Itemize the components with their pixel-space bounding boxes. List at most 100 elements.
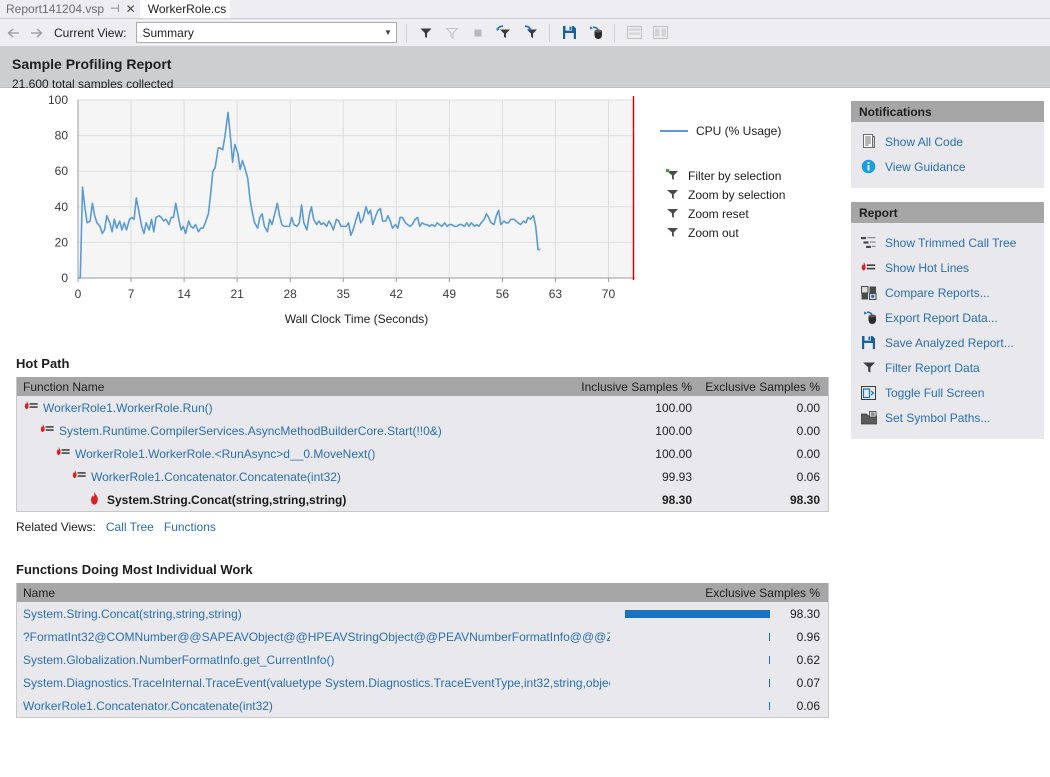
svg-text:0: 0 bbox=[61, 271, 68, 285]
redo-filter-icon[interactable] bbox=[520, 23, 540, 43]
hot-path-function-name[interactable]: System.Runtime.CompilerServices.AsyncMet… bbox=[59, 424, 442, 438]
report-action-filter[interactable]: Filter Report Data bbox=[851, 355, 1044, 380]
related-view-call-tree[interactable]: Call Tree bbox=[106, 520, 154, 534]
related-views: Related Views: Call Tree Functions bbox=[16, 520, 845, 534]
exclusive-samples-value: 0.00 bbox=[796, 423, 820, 438]
report-action-label: Show Trimmed Call Tree bbox=[885, 235, 1017, 250]
table-row[interactable]: WorkerRole1.Concatenator.Concatenate(int… bbox=[17, 465, 828, 488]
action-label: Zoom reset bbox=[688, 206, 749, 221]
toolbar-separator bbox=[614, 23, 616, 42]
hot-path-arrow-icon bbox=[55, 446, 70, 461]
export-report-icon[interactable] bbox=[585, 23, 605, 43]
function-name[interactable]: ?FormatInt32@COMNumber@@SAPEAVObject@@HP… bbox=[17, 630, 610, 644]
hot-path-function-name[interactable]: WorkerRole1.WorkerRole.<RunAsync>d__0.Mo… bbox=[75, 447, 375, 461]
tab-label: WorkerRole.cs bbox=[147, 2, 227, 16]
exclusive-samples-value: 98.30 bbox=[789, 492, 820, 507]
tab-report-vsp[interactable]: Report141204.vsp ⊣ ✕ bbox=[0, 0, 140, 18]
exclusive-samples-bar bbox=[610, 602, 770, 625]
related-view-functions[interactable]: Functions bbox=[164, 520, 216, 534]
save-report-icon[interactable] bbox=[559, 23, 579, 43]
report-action-label: Compare Reports... bbox=[885, 285, 990, 300]
table-row[interactable]: WorkerRole1.WorkerRole.<RunAsync>d__0.Mo… bbox=[17, 442, 828, 465]
function-name[interactable]: System.String.Concat(string,string,strin… bbox=[17, 607, 610, 621]
svg-text:42: 42 bbox=[390, 287, 404, 301]
report-header: Sample Profiling Report 21,600 total sam… bbox=[0, 47, 1050, 91]
zoom-out-action[interactable]: Zoom out bbox=[666, 223, 785, 242]
col-name: Name bbox=[23, 585, 56, 600]
chart-actions: Filter by selection Zoom by selection Zo… bbox=[666, 133, 785, 242]
report-action-symbol-paths[interactable]: Set Symbol Paths... bbox=[851, 405, 1044, 430]
notification-view-guidance[interactable]: View Guidance bbox=[851, 154, 1044, 179]
notification-show-all-code[interactable]: Show All Code bbox=[851, 129, 1044, 154]
notifications-title: Notifications bbox=[851, 101, 1044, 122]
report-action-hot-lines[interactable]: Show Hot Lines bbox=[851, 255, 1044, 280]
svg-text:Wall Clock Time (Seconds): Wall Clock Time (Seconds) bbox=[285, 312, 429, 326]
svg-text:70: 70 bbox=[602, 287, 616, 301]
zoom-by-selection-action[interactable]: Zoom by selection bbox=[666, 185, 785, 204]
symbol-paths-icon bbox=[860, 410, 877, 426]
bar-fill bbox=[624, 610, 770, 618]
undo-filter-icon[interactable] bbox=[494, 23, 514, 43]
flame-icon bbox=[87, 491, 102, 508]
report-action-full-screen[interactable]: Toggle Full Screen bbox=[851, 380, 1044, 405]
close-icon[interactable]: ✕ bbox=[126, 3, 136, 15]
bar-fill bbox=[768, 702, 770, 710]
zoom-reset-action[interactable]: Zoom reset bbox=[666, 204, 785, 223]
table-row[interactable]: System.String.Concat(string,string,strin… bbox=[17, 602, 828, 625]
functions-work-rows: System.String.Concat(string,string,strin… bbox=[17, 602, 828, 717]
filter-by-selection-action[interactable]: Filter by selection bbox=[666, 166, 785, 185]
current-view-select[interactable]: Summary ▼ bbox=[136, 22, 398, 43]
hot-path-function-name[interactable]: WorkerRole1.Concatenator.Concatenate(int… bbox=[91, 470, 341, 484]
clear-filter-icon bbox=[442, 23, 462, 43]
cpu-usage-chart[interactable]: 0 20 40 60 80 100 0 7 14 21 28 35 42 49 56 63 70 Wall Clo… bbox=[0, 88, 845, 356]
hot-path-function-cell: WorkerRole1.WorkerRole.<RunAsync>d__0.Mo… bbox=[17, 446, 572, 461]
chevron-down-icon[interactable]: ▼ bbox=[379, 28, 396, 37]
table-row[interactable]: System.String.Concat(string,string,strin… bbox=[17, 488, 828, 511]
svg-text:28: 28 bbox=[284, 287, 298, 301]
hot-path-function-cell: WorkerRole1.Concatenator.Concatenate(int… bbox=[17, 469, 572, 484]
svg-text:40: 40 bbox=[55, 200, 69, 214]
table-row[interactable]: System.Runtime.CompilerServices.AsyncMet… bbox=[17, 419, 828, 442]
tab-strip: Report141204.vsp ⊣ ✕ WorkerRole.cs bbox=[0, 0, 1050, 19]
main-column: 0 20 40 60 80 100 0 7 14 21 28 35 42 49 56 63 70 Wall Clo… bbox=[0, 88, 845, 777]
hot-path-function-cell: WorkerRole1.WorkerRole.Run() bbox=[17, 400, 572, 415]
table-row[interactable]: WorkerRole1.Concatenator.Concatenate(int… bbox=[17, 694, 828, 717]
inclusive-samples-value: 99.93 bbox=[661, 469, 692, 484]
inclusive-samples-value: 100.00 bbox=[655, 400, 692, 415]
table-row[interactable]: WorkerRole1.WorkerRole.Run() 100.00 0.00 bbox=[17, 396, 828, 419]
function-name[interactable]: WorkerRole1.Concatenator.Concatenate(int… bbox=[17, 699, 610, 713]
table-row[interactable]: System.Diagnostics.TraceInternal.TraceEv… bbox=[17, 671, 828, 694]
exclusive-samples-value: 98.30 bbox=[789, 606, 820, 621]
function-name[interactable]: System.Globalization.NumberFormatInfo.ge… bbox=[17, 653, 610, 667]
report-panel: Report Show Trimmed Call Tree Show Hot Li… bbox=[851, 202, 1044, 439]
functions-work-title: Functions Doing Most Individual Work bbox=[16, 562, 253, 577]
hot-path-function-name[interactable]: WorkerRole1.WorkerRole.Run() bbox=[43, 401, 213, 415]
current-view-value: Summary bbox=[142, 25, 194, 40]
exclusive-samples-value: 0.96 bbox=[796, 629, 820, 644]
report-action-label: Show Hot Lines bbox=[885, 260, 970, 275]
svg-text:21: 21 bbox=[230, 287, 244, 301]
hot-path-arrow-icon bbox=[39, 423, 54, 438]
back-arrow-icon[interactable] bbox=[6, 25, 22, 41]
notifications-body: Show All Code View Guidance bbox=[851, 122, 1044, 188]
report-action-export-data[interactable]: Export Report Data... bbox=[851, 305, 1044, 330]
table-row[interactable]: System.Globalization.NumberFormatInfo.ge… bbox=[17, 648, 828, 671]
filter-by-selection-icon bbox=[666, 169, 679, 182]
table-row[interactable]: ?FormatInt32@COMNumber@@SAPEAVObject@@HP… bbox=[17, 625, 828, 648]
inclusive-samples-value: 100.00 bbox=[655, 423, 692, 438]
exclusive-samples-value: 0.06 bbox=[796, 698, 820, 713]
forward-arrow-icon[interactable] bbox=[28, 25, 44, 41]
report-action-compare-reports[interactable]: Compare Reports... bbox=[851, 280, 1044, 305]
filter-icon[interactable] bbox=[416, 23, 436, 43]
svg-text:80: 80 bbox=[55, 129, 69, 143]
report-action-call-tree[interactable]: Show Trimmed Call Tree bbox=[851, 230, 1044, 255]
tab-label: Report141204.vsp bbox=[6, 2, 105, 16]
pin-icon[interactable]: ⊣ bbox=[110, 3, 120, 15]
tab-workerrole-cs[interactable]: WorkerRole.cs bbox=[139, 0, 231, 18]
zoom-reset-icon bbox=[666, 207, 679, 220]
hot-path-function-name[interactable]: System.String.Concat(string,string,strin… bbox=[107, 493, 346, 507]
report-action-save[interactable]: Save Analyzed Report... bbox=[851, 330, 1044, 355]
bar-fill bbox=[768, 656, 770, 664]
action-label: Zoom out bbox=[688, 225, 739, 240]
function-name[interactable]: System.Diagnostics.TraceInternal.TraceEv… bbox=[17, 676, 610, 690]
